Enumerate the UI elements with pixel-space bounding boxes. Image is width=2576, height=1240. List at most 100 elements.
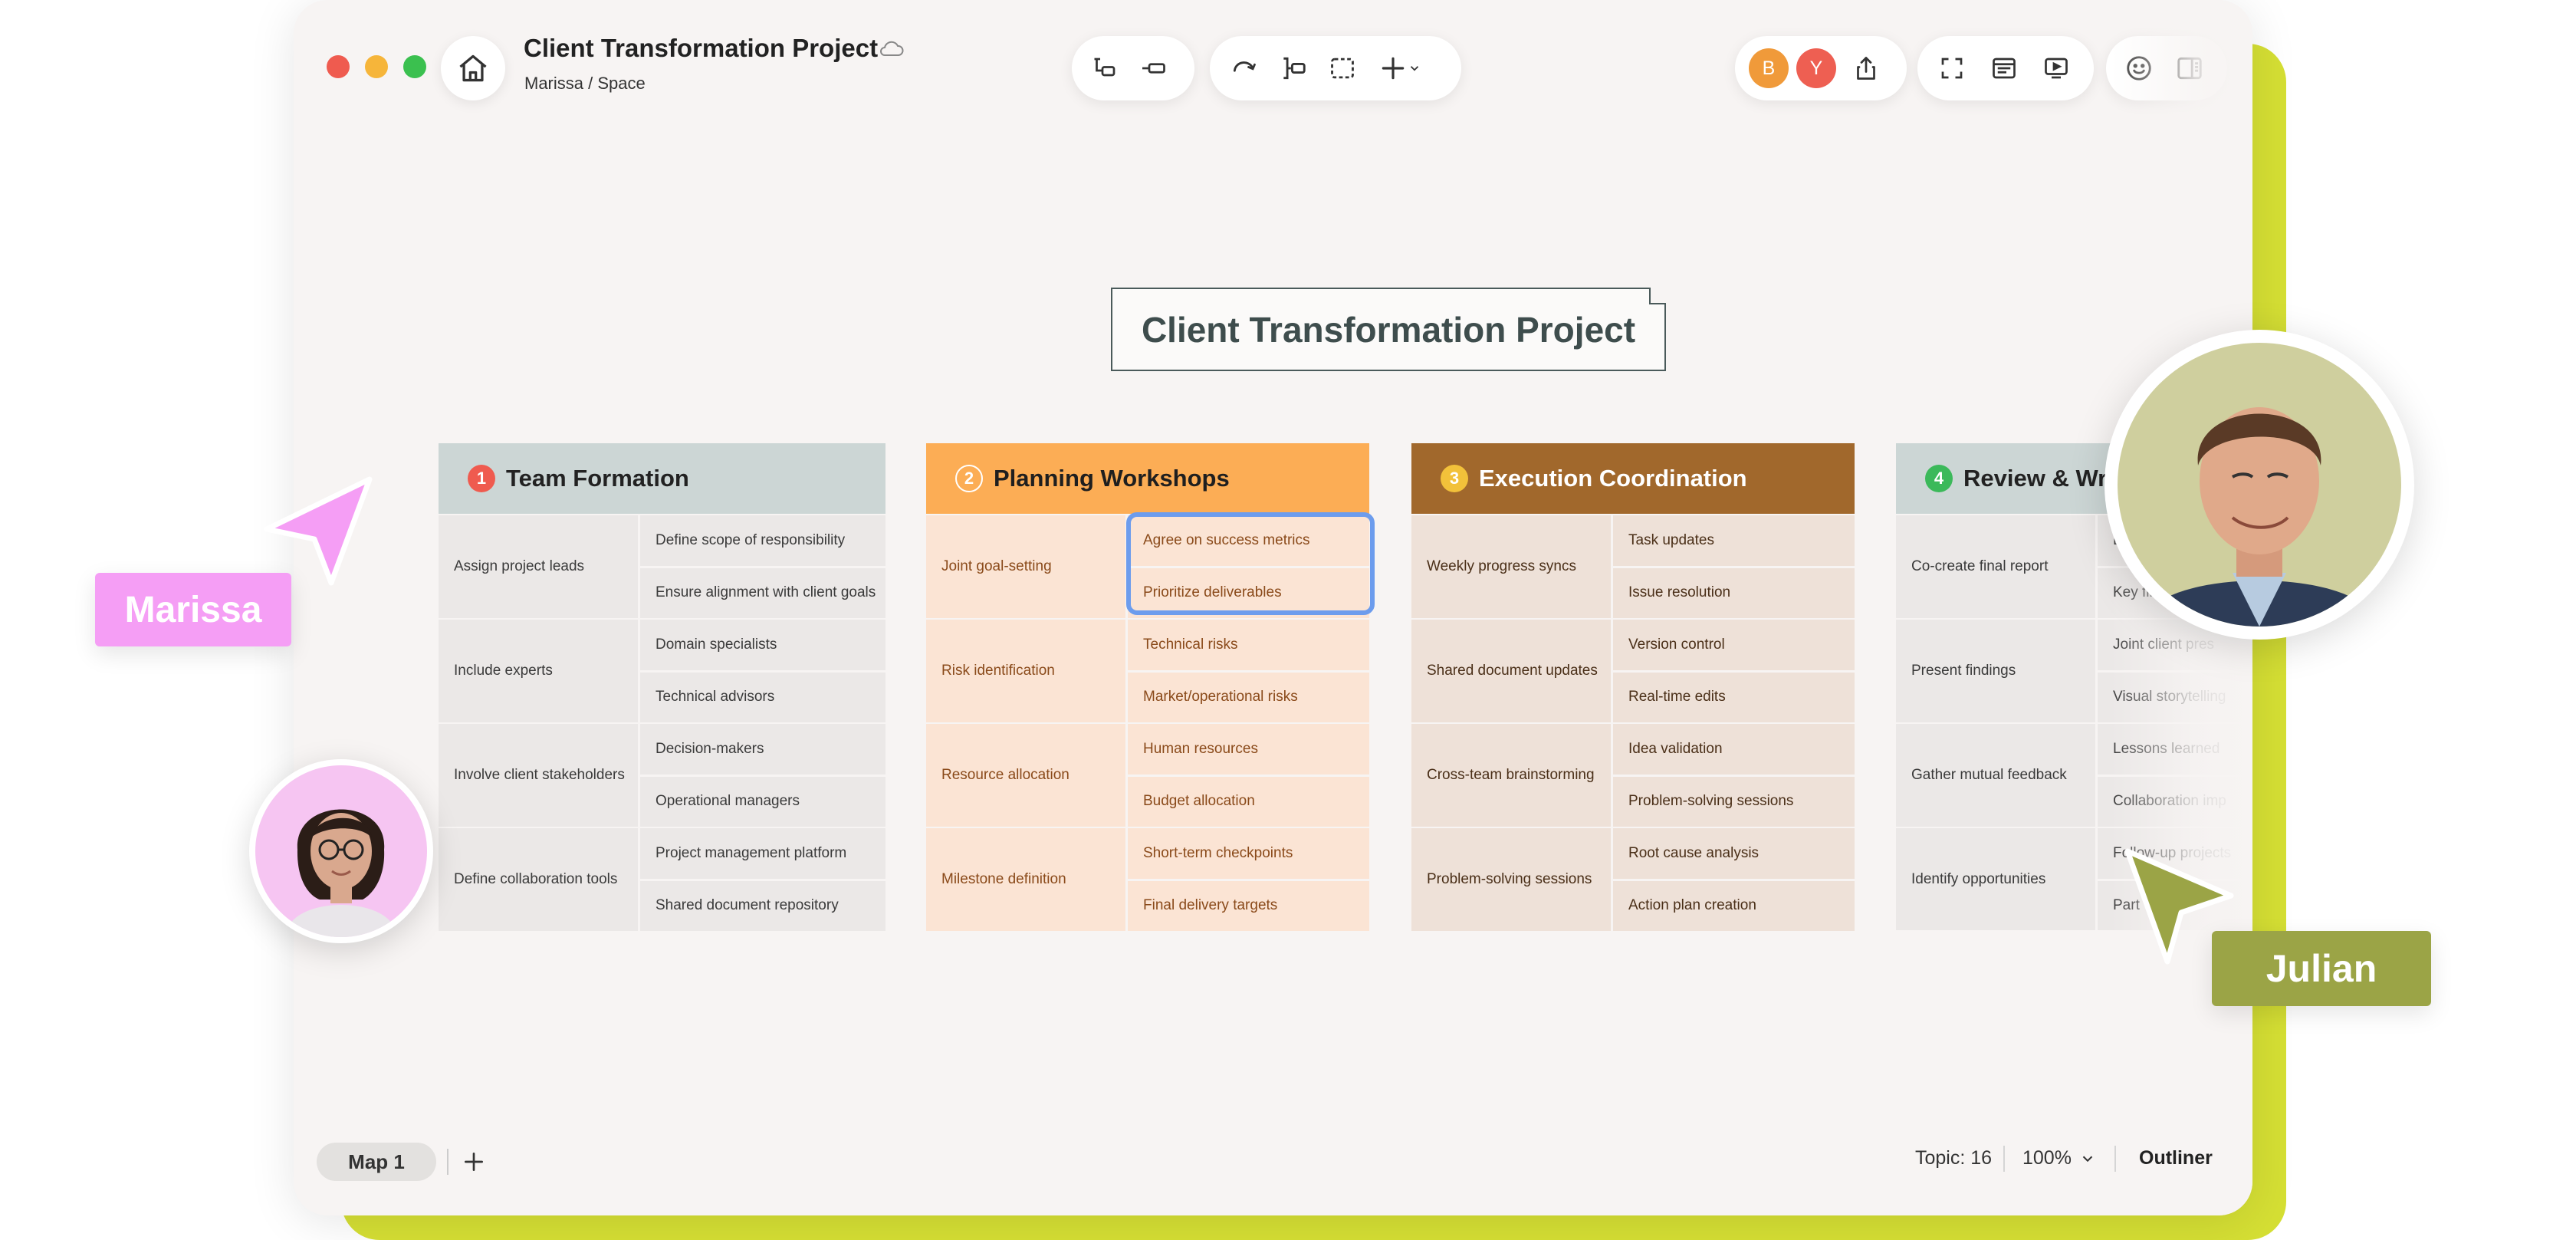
topic[interactable]: Weekly progress syncs — [1411, 515, 1611, 618]
number-badge: 3 — [1441, 465, 1468, 492]
summary-button[interactable] — [1271, 46, 1316, 90]
column-execution-coordination: 3 Execution Coordination Weekly progress… — [1411, 443, 1855, 931]
subtopic-icon — [1094, 58, 1116, 77]
topic[interactable]: Define collaboration tools — [439, 828, 638, 931]
relationship-icon — [1233, 61, 1256, 72]
add-map-button[interactable] — [455, 1144, 493, 1179]
insert-icon — [1382, 57, 1405, 80]
topic[interactable]: Shared document updates — [1411, 620, 1611, 722]
topic[interactable]: Assign project leads — [439, 515, 638, 618]
subtopic[interactable]: Budget allocation — [1128, 776, 1369, 827]
relationship-button[interactable] — [1222, 46, 1267, 90]
subtopic[interactable]: Problem-solving sessions — [1613, 776, 1855, 827]
subtopic[interactable]: Decision-makers — [640, 724, 886, 775]
column-header[interactable]: 2 Planning Workshops — [926, 443, 1369, 514]
subtopic[interactable]: Task updates — [1613, 515, 1855, 566]
topic[interactable]: Include experts — [439, 620, 638, 722]
topic-group: Shared document updates Version control R… — [1411, 620, 1855, 722]
marissa-name-tag: Marissa — [95, 573, 291, 646]
topic-button[interactable] — [1132, 46, 1176, 90]
subtopic[interactable]: Idea validation — [1613, 724, 1855, 775]
boundary-button[interactable] — [1320, 46, 1365, 90]
number-badge: 1 — [468, 465, 495, 492]
fullscreen-icon — [1941, 58, 1963, 79]
topic[interactable]: Joint goal-setting — [926, 515, 1125, 618]
subtopic[interactable]: Shared document repository — [640, 880, 886, 931]
minimize-window-button[interactable] — [365, 55, 388, 78]
central-topic-label: Client Transformation Project — [1141, 309, 1636, 350]
topic[interactable]: Risk identification — [926, 620, 1125, 722]
subtopic[interactable]: Operational managers — [640, 776, 886, 827]
share-button[interactable] — [1844, 46, 1888, 90]
topic[interactable]: Gather mutual feedback — [1896, 724, 2095, 827]
woman-portrait-icon — [255, 765, 427, 937]
subtopic[interactable]: Version control — [1613, 620, 1855, 670]
subtopic[interactable]: Human resources — [1128, 724, 1369, 775]
present-button[interactable] — [2034, 46, 2078, 90]
topic[interactable]: Identify opportunities — [1896, 828, 2095, 930]
sidebar-toggle-button[interactable] — [2167, 46, 2212, 90]
divider — [2114, 1146, 2116, 1172]
collaborator-avatar-b[interactable]: B — [1749, 48, 1789, 88]
fullscreen-button[interactable] — [1930, 46, 1974, 90]
subtopic[interactable]: Issue resolution — [1613, 567, 1855, 618]
subtopic[interactable]: Short-term checkpoints — [1128, 828, 1369, 879]
subtopic[interactable]: Project management platform — [640, 828, 886, 879]
topic[interactable]: Resource allocation — [926, 724, 1125, 827]
cloud-sync-icon — [880, 41, 904, 56]
emoji-icon — [2127, 56, 2151, 81]
subtopic[interactable]: Collaboration imp — [2098, 776, 2252, 827]
topic[interactable]: Co-create final report — [1896, 515, 2095, 618]
subtopic[interactable]: Action plan creation — [1613, 880, 1855, 931]
number-badge: 4 — [1925, 465, 1953, 492]
sidebar-icon — [2177, 57, 2202, 80]
subtopic[interactable]: Real-time edits — [1613, 672, 1855, 722]
insert-menu-button[interactable] — [1369, 46, 1431, 90]
column-header[interactable]: 1 Team Formation — [439, 443, 886, 514]
topic[interactable]: Cross-team brainstorming — [1411, 724, 1611, 827]
app-window: Client Transformation Project Marissa / … — [294, 0, 2252, 1215]
topic-toolbar — [1072, 36, 1194, 100]
home-button[interactable] — [441, 36, 505, 100]
julian-avatar — [2104, 330, 2414, 640]
plus-icon — [465, 1153, 483, 1171]
topic-group: Resource allocation Human resources Budge… — [926, 724, 1369, 827]
topic-group: Milestone definition Short-term checkpoi… — [926, 828, 1369, 931]
outline-icon — [1993, 58, 2016, 79]
chevron-down-icon — [1410, 66, 1419, 71]
number-badge: 2 — [955, 465, 983, 492]
document-title[interactable]: Client Transformation Project — [524, 34, 878, 63]
subtopic[interactable]: Define scope of responsibility — [640, 515, 886, 566]
summary-icon — [1283, 57, 1306, 80]
zoom-window-button[interactable] — [403, 55, 426, 78]
subtopic[interactable]: Technical advisors — [640, 672, 886, 722]
subtopic[interactable]: Market/operational risks — [1128, 672, 1369, 722]
subtopic[interactable]: Domain specialists — [640, 620, 886, 670]
subtopic[interactable]: Visual storytelling — [2098, 672, 2252, 722]
subtopic-button[interactable] — [1083, 46, 1127, 90]
topic-group: Gather mutual feedback Lessons learned Co… — [1896, 724, 2252, 827]
column-header[interactable]: 3 Execution Coordination — [1411, 443, 1855, 514]
topic[interactable]: Milestone definition — [926, 828, 1125, 931]
zoom-control[interactable]: 100% — [2022, 1147, 2096, 1169]
map-tab[interactable]: Map 1 — [317, 1143, 436, 1181]
topic[interactable]: Involve client stakeholders — [439, 724, 638, 827]
topic[interactable]: Problem-solving sessions — [1411, 828, 1611, 931]
subtopic[interactable]: Technical risks — [1128, 620, 1369, 670]
outline-view-button[interactable] — [1982, 46, 2026, 90]
collaborator-avatar-y[interactable]: Y — [1796, 48, 1836, 88]
topic[interactable]: Present findings — [1896, 620, 2095, 722]
outliner-button[interactable]: Outliner — [2139, 1147, 2213, 1169]
chevron-down-icon — [2082, 1156, 2093, 1162]
central-topic[interactable]: Client Transformation Project — [1111, 288, 1666, 371]
note-fold-corner — [1649, 288, 1666, 304]
subtopic[interactable]: Ensure alignment with client goals — [640, 567, 886, 618]
subtopic[interactable]: Final delivery targets — [1128, 880, 1369, 931]
marissa-cursor-icon — [264, 476, 373, 586]
emoji-button[interactable] — [2117, 46, 2161, 90]
subtopic[interactable]: Lessons learned — [2098, 724, 2252, 775]
breadcrumb[interactable]: Marissa / Space — [524, 74, 646, 94]
subtopic[interactable]: Root cause analysis — [1613, 828, 1855, 879]
close-window-button[interactable] — [327, 55, 350, 78]
topic-group: Weekly progress syncs Task updates Issue … — [1411, 515, 1855, 618]
